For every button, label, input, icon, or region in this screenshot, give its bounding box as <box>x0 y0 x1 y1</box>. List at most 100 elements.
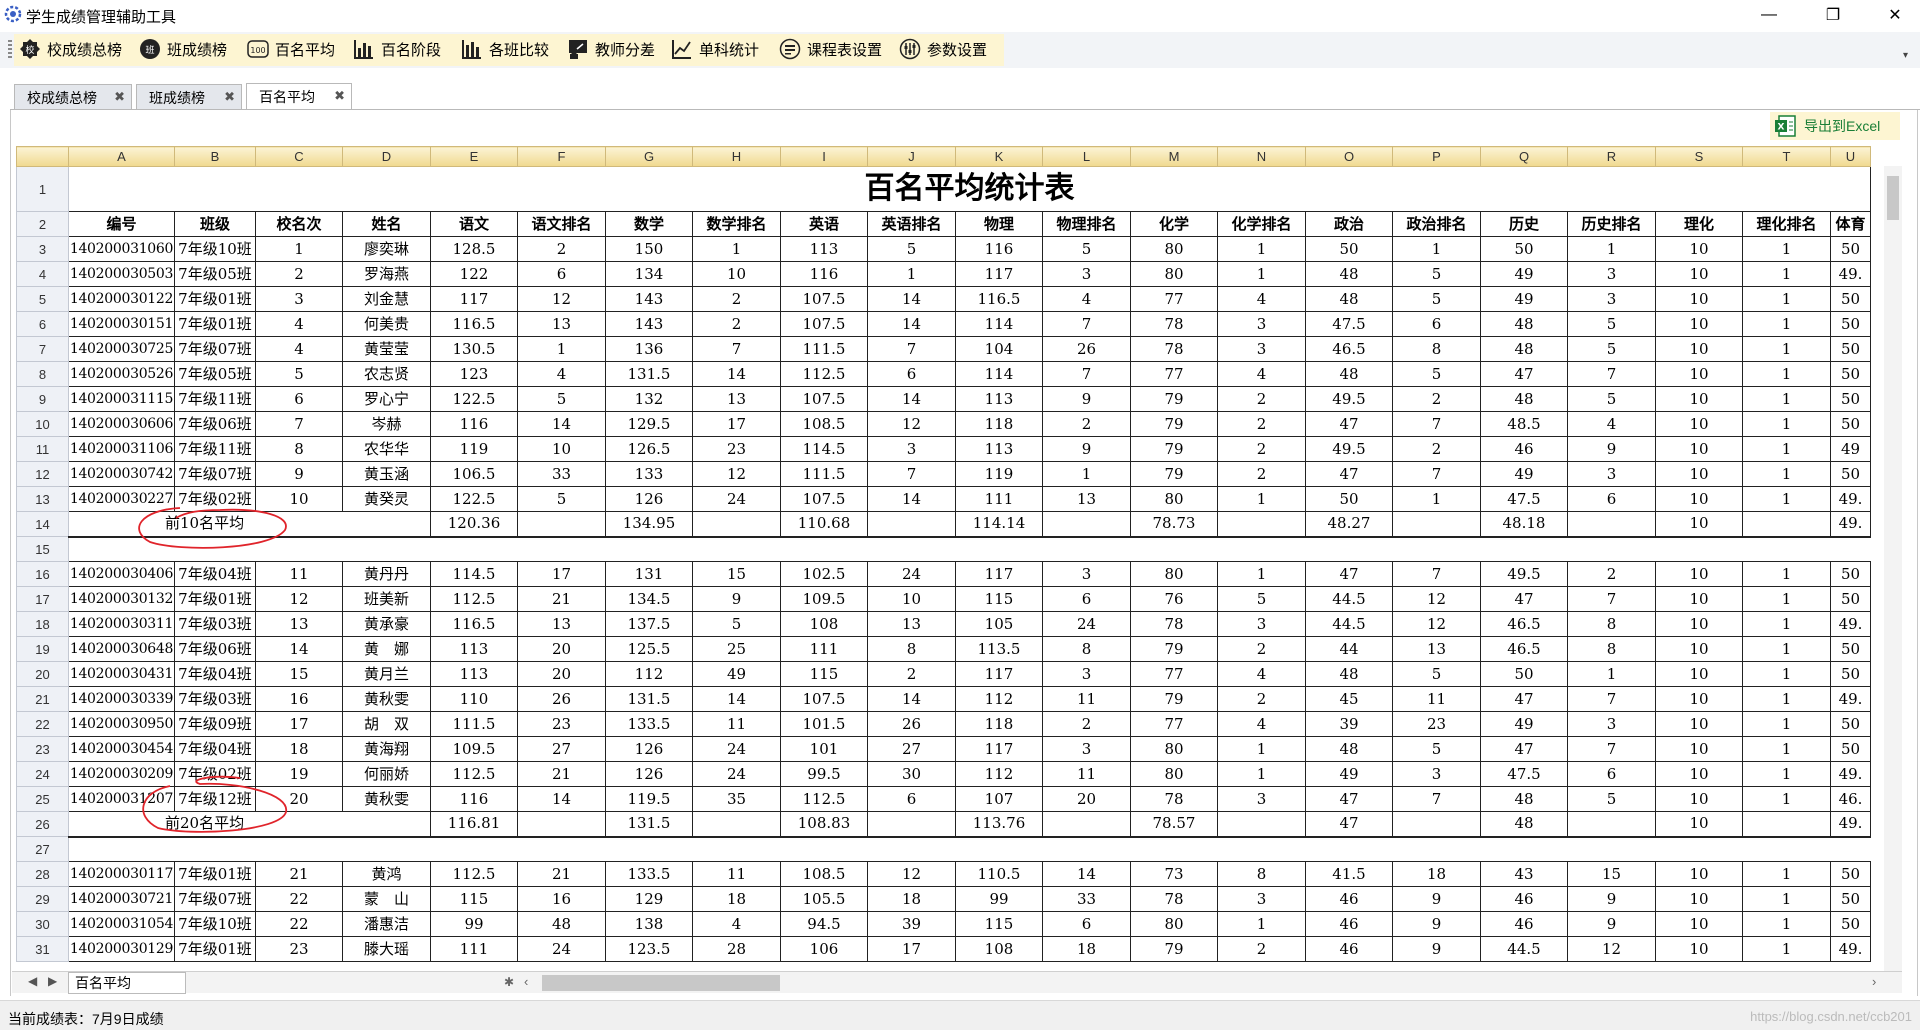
table-cell[interactable]: 50 <box>1830 711 1871 737</box>
table-cell[interactable]: 10 <box>1655 636 1743 662</box>
table-cell[interactable]: 50 <box>1830 661 1871 687</box>
table-cell[interactable]: 104 <box>955 336 1043 362</box>
row-number[interactable]: 29 <box>16 886 69 912</box>
table-cell[interactable]: 12 <box>692 461 781 487</box>
column-header[interactable]: O <box>1305 146 1393 167</box>
table-cell[interactable]: 115 <box>430 886 518 912</box>
table-cell[interactable]: 18 <box>255 736 343 762</box>
table-cell[interactable]: 138 <box>605 911 693 937</box>
table-cell[interactable]: 25 <box>692 636 781 662</box>
table-cell[interactable]: 13 <box>1392 636 1481 662</box>
table-cell[interactable]: 133 <box>605 461 693 487</box>
table-cell[interactable]: 28 <box>692 936 781 962</box>
table-cell[interactable]: 9 <box>255 461 343 487</box>
table-cell[interactable]: 1 <box>1742 786 1831 812</box>
table-cell[interactable]: 24 <box>1042 611 1131 637</box>
table-cell[interactable]: 12 <box>867 861 956 887</box>
table-cell[interactable]: 17 <box>692 411 781 437</box>
table-cell[interactable]: 49. <box>1830 686 1871 712</box>
table-cell[interactable]: 2 <box>692 286 781 312</box>
table-cell[interactable]: 140200030648 <box>68 636 175 662</box>
table-cell[interactable]: 33 <box>517 461 606 487</box>
table-cell[interactable]: 15 <box>692 561 781 587</box>
table-cell[interactable]: 119 <box>955 461 1043 487</box>
table-cell[interactable]: 107.5 <box>780 286 868 312</box>
column-header[interactable]: F <box>517 146 606 167</box>
table-cell[interactable]: 140200030122 <box>68 286 175 312</box>
table-cell[interactable]: 80 <box>1130 486 1218 512</box>
table-cell[interactable]: 2 <box>867 661 956 687</box>
table-cell[interactable]: 107.5 <box>780 311 868 337</box>
table-cell[interactable]: 48 <box>1305 661 1393 687</box>
table-cell[interactable]: 10 <box>1655 661 1743 687</box>
table-cell[interactable]: 9 <box>1392 911 1481 937</box>
table-cell[interactable]: 1 <box>1742 886 1831 912</box>
table-cell[interactable]: 3 <box>255 286 343 312</box>
table-cell[interactable]: 1 <box>1742 286 1831 312</box>
table-cell[interactable]: 罗心宁 <box>342 386 431 412</box>
table-cell[interactable]: 3 <box>1392 761 1481 787</box>
empty-cell[interactable] <box>342 536 431 562</box>
table-cell[interactable]: 10 <box>692 261 781 287</box>
table-cell[interactable]: 1 <box>1217 911 1306 937</box>
table-cell[interactable]: 140200030431 <box>68 661 175 687</box>
table-cell[interactable]: 113 <box>780 236 868 262</box>
column-header[interactable]: M <box>1130 146 1218 167</box>
table-cell[interactable]: 2 <box>1392 436 1481 462</box>
table-cell[interactable]: 49. <box>1830 936 1871 962</box>
table-cell[interactable]: 1 <box>1742 436 1831 462</box>
table-cell[interactable]: 140200031060 <box>68 236 175 262</box>
row-number[interactable]: 19 <box>16 636 69 662</box>
table-cell[interactable]: 2 <box>1392 386 1481 412</box>
table-cell[interactable]: 1 <box>1567 661 1656 687</box>
table-cell[interactable]: 16 <box>255 686 343 712</box>
table-cell[interactable]: 47.5 <box>1480 486 1568 512</box>
empty-cell[interactable] <box>517 536 606 562</box>
sheet-new-icon[interactable]: ✱ <box>504 975 514 989</box>
table-cell[interactable]: 9 <box>692 586 781 612</box>
average-cell[interactable]: 110.68 <box>780 511 868 538</box>
average-cell[interactable] <box>692 811 781 838</box>
table-cell[interactable]: 49. <box>1830 611 1871 637</box>
table-cell[interactable]: 10 <box>1655 486 1743 512</box>
table-cell[interactable]: 140200030950 <box>68 711 175 737</box>
column-title-cell[interactable]: 理化排名 <box>1742 211 1831 237</box>
table-cell[interactable]: 10 <box>1655 611 1743 637</box>
table-cell[interactable]: 49 <box>1480 261 1568 287</box>
table-cell[interactable]: 123 <box>430 361 518 387</box>
table-cell[interactable]: 3 <box>1567 711 1656 737</box>
row-number[interactable]: 3 <box>16 236 69 262</box>
table-cell[interactable]: 4 <box>1217 361 1306 387</box>
empty-cell[interactable] <box>1655 536 1743 562</box>
close-window-button[interactable]: ✕ <box>1870 0 1920 30</box>
table-cell[interactable]: 10 <box>1655 911 1743 937</box>
table-cell[interactable]: 130.5 <box>430 336 518 362</box>
column-header[interactable]: C <box>255 146 343 167</box>
empty-cell[interactable] <box>1742 836 1831 862</box>
table-cell[interactable]: 46.5 <box>1305 336 1393 362</box>
table-cell[interactable]: 2 <box>255 261 343 287</box>
average-cell[interactable] <box>517 811 606 838</box>
table-cell[interactable]: 94.5 <box>780 911 868 937</box>
spreadsheet-grid[interactable]: A B C D E F G H I J K L M N O P Q R S T U 1 百名平均统计表 2 编号 班级 校名次 姓名语… <box>16 146 1884 971</box>
table-cell[interactable]: 7 <box>1392 411 1481 437</box>
sheet-next-icon[interactable]: ▶ <box>48 974 57 988</box>
table-cell[interactable]: 7年级07班 <box>174 336 256 362</box>
table-cell[interactable]: 农志贤 <box>342 361 431 387</box>
table-cell[interactable]: 143 <box>605 311 693 337</box>
table-cell[interactable]: 6 <box>1567 486 1656 512</box>
table-cell[interactable]: 115 <box>955 911 1043 937</box>
table-cell[interactable]: 9 <box>1042 386 1131 412</box>
table-cell[interactable]: 46 <box>1305 886 1393 912</box>
table-cell[interactable]: 7年级01班 <box>174 586 256 612</box>
table-cell[interactable]: 131.5 <box>605 686 693 712</box>
table-cell[interactable]: 6 <box>1392 311 1481 337</box>
table-cell[interactable]: 44 <box>1305 636 1393 662</box>
table-cell[interactable]: 80 <box>1130 236 1218 262</box>
table-cell[interactable]: 8 <box>255 436 343 462</box>
table-cell[interactable]: 9 <box>1392 936 1481 962</box>
table-cell[interactable]: 7 <box>1567 736 1656 762</box>
table-cell[interactable]: 113.5 <box>955 636 1043 662</box>
table-cell[interactable]: 2 <box>1042 411 1131 437</box>
table-cell[interactable]: 6 <box>517 261 606 287</box>
